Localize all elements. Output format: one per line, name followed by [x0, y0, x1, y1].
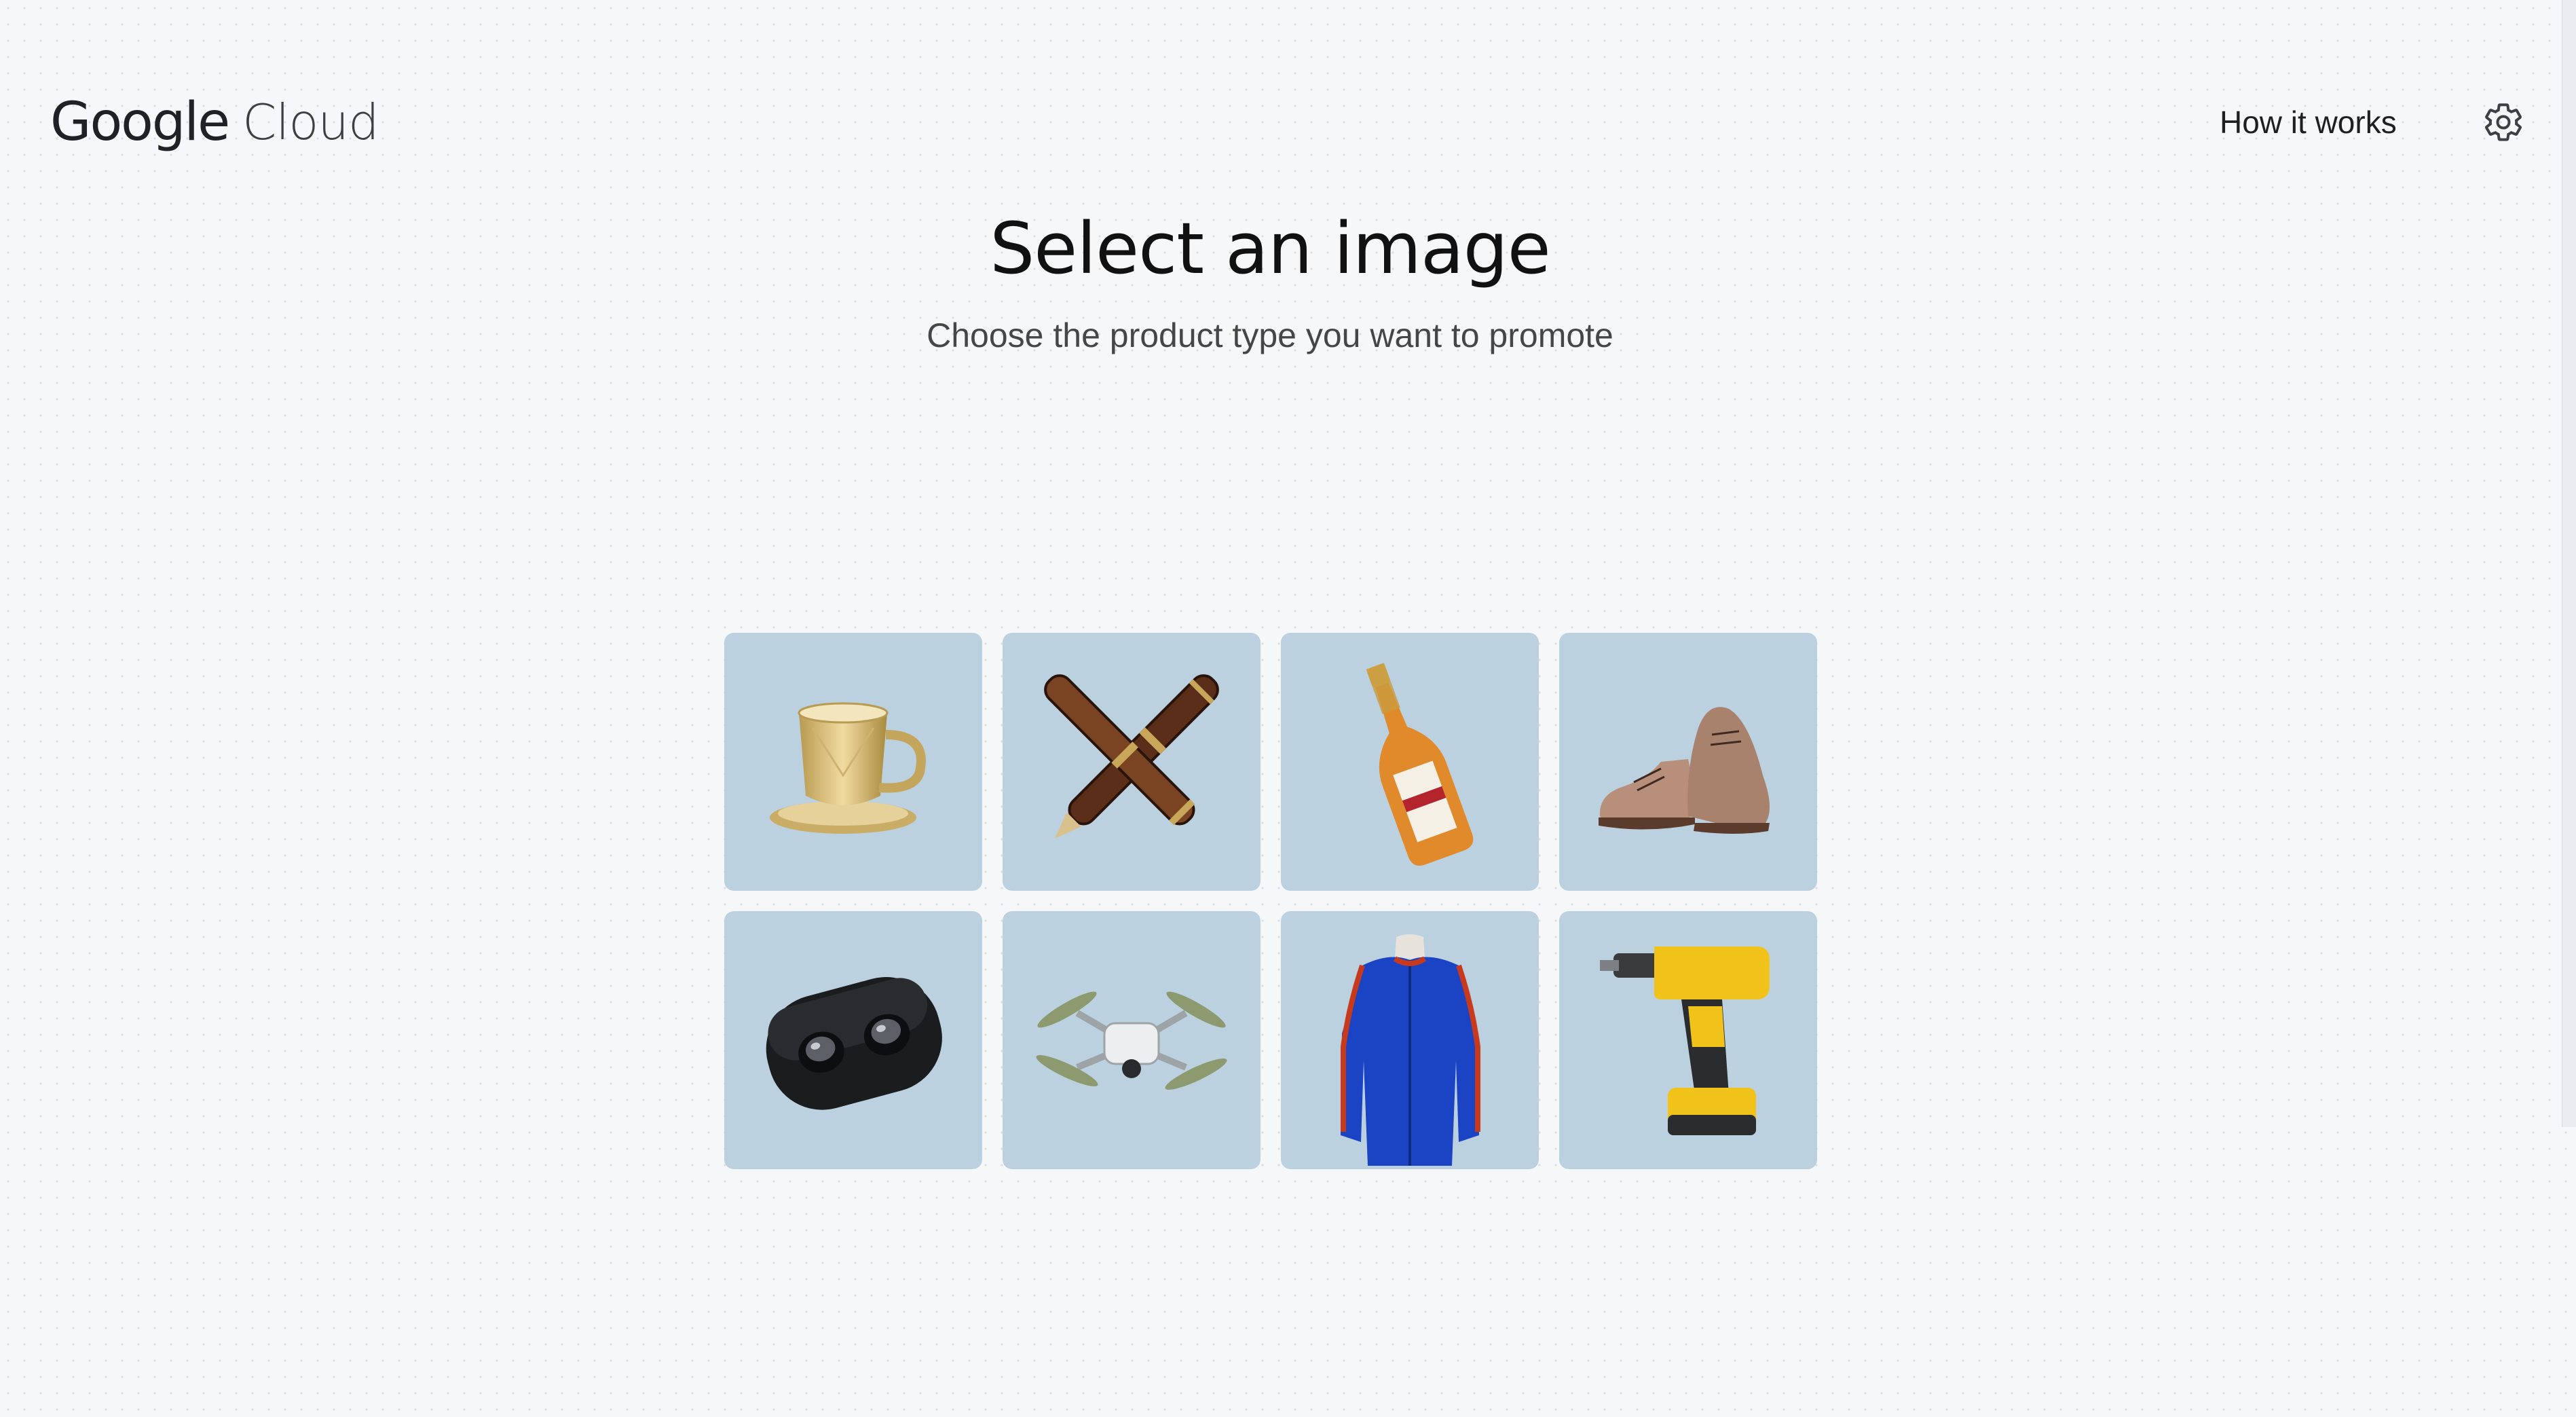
vertical-scrollbar[interactable]: [2562, 0, 2576, 1127]
fountain-pens-icon: [1044, 674, 1219, 839]
product-tile-fountain-pens[interactable]: [1003, 633, 1261, 891]
settings-button[interactable]: [2478, 96, 2529, 148]
product-tile-champagne-bottle[interactable]: [1281, 633, 1539, 891]
leather-shoes-icon: [1599, 707, 1770, 834]
earbuds-case-icon: [766, 977, 942, 1110]
product-tile-leather-shoes[interactable]: [1559, 633, 1817, 891]
google-cloud-logo: Google Cloud: [50, 90, 379, 155]
how-it-works-link[interactable]: How it works: [2220, 98, 2397, 146]
champagne-bottle-icon: [1366, 663, 1474, 866]
page-title: Select an image: [990, 207, 1551, 290]
gear-icon: [2485, 103, 2522, 141]
product-tile-teacup[interactable]: [724, 633, 982, 891]
logo-google-text: Google: [50, 92, 230, 153]
sport-jacket-icon: [1341, 934, 1480, 1166]
product-tile-power-drill[interactable]: [1559, 911, 1817, 1169]
drone-icon: [1036, 991, 1227, 1090]
page-subtitle: Choose the product type you want to prom…: [927, 316, 1613, 354]
logo-cloud-text: Cloud: [242, 94, 379, 151]
product-tile-drone[interactable]: [1003, 911, 1261, 1169]
power-drill-icon: [1600, 946, 1770, 1135]
product-tile-jacket[interactable]: [1281, 911, 1539, 1169]
product-tile-earbuds[interactable]: [724, 911, 982, 1169]
teacup-icon: [770, 702, 926, 834]
product-grid: [724, 633, 1817, 1169]
